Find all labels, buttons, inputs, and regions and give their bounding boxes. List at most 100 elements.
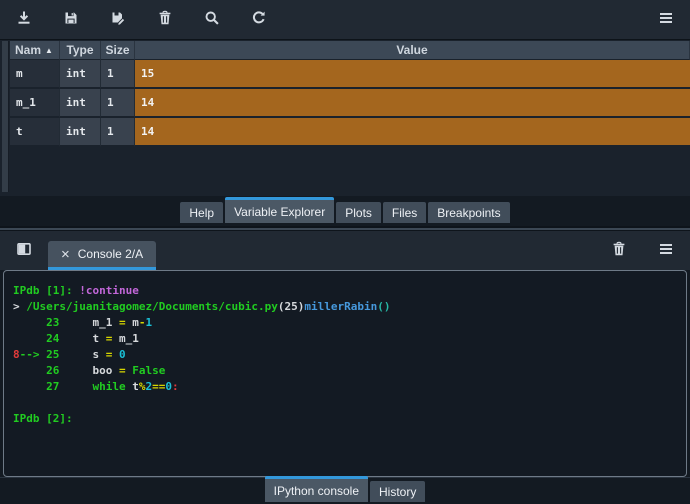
console-segment: !continue — [79, 284, 139, 297]
refresh-icon — [251, 10, 267, 29]
console-segment: 26 — [13, 364, 93, 377]
tab-ipython-console[interactable]: IPython console — [264, 476, 369, 502]
spyder-window: Nam ▲ Type Size Value m int 1 15 m_1 int… — [0, 0, 690, 504]
table-row-header-strip — [2, 41, 9, 192]
menu-icon — [658, 241, 674, 260]
console-line: 23 m_1 = m-1 — [13, 315, 677, 331]
sort-ascending-icon: ▲ — [45, 45, 53, 55]
remove-console-button[interactable] — [609, 241, 629, 261]
variable-size-cell[interactable]: 1 — [101, 60, 135, 89]
variable-name-cell[interactable]: t — [10, 118, 60, 147]
save-icon — [63, 10, 79, 29]
console-segment: m_1 — [92, 316, 119, 329]
console-tab-label: Console 2/A — [77, 247, 144, 261]
console-line: > /Users/juanitagomez/Documents/cubic.py… — [13, 299, 677, 315]
search-variable-button[interactable] — [202, 10, 222, 30]
variable-type-cell[interactable]: int — [60, 89, 101, 118]
console-segment: IPdb [1]: — [13, 284, 80, 297]
console-segment: IPdb [2]: — [13, 412, 80, 425]
console-segment: = — [105, 332, 119, 345]
new-window-icon — [16, 241, 32, 260]
variable-name-cell[interactable]: m_1 — [10, 89, 60, 118]
console-segment: while — [92, 380, 133, 393]
variables-table: Nam ▲ Type Size Value m int 1 15 m_1 int… — [0, 41, 690, 196]
tab-history[interactable]: History — [370, 481, 426, 502]
console-segment: 24 — [13, 332, 93, 345]
save-data-as-button[interactable] — [108, 10, 128, 30]
console-segment: /Users/juanitagomez/Documents/cubic.py — [26, 300, 278, 313]
tab-help[interactable]: Help — [180, 202, 224, 223]
console-segment: m_1 — [118, 332, 139, 345]
browse-tabs-button[interactable] — [14, 241, 34, 261]
console-line: IPdb [2]: — [13, 411, 677, 427]
variable-explorer-toolbar — [0, 0, 690, 40]
console-pane: × Console 2/A IPdb [1]: !continue > /User… — [0, 231, 690, 504]
console-segment: 8 — [13, 348, 20, 361]
tab-plots[interactable]: Plots — [336, 202, 381, 223]
console-segment: --> 25 — [19, 348, 93, 361]
console-segment: 23 — [13, 316, 93, 329]
console-segment: m — [132, 316, 139, 329]
variable-explorer-pane: Nam ▲ Type Size Value m int 1 15 m_1 int… — [0, 0, 690, 226]
remove-variables-button[interactable] — [155, 10, 175, 30]
save-as-icon — [110, 10, 126, 29]
column-header-value[interactable]: Value — [135, 41, 690, 60]
column-header-type[interactable]: Type — [60, 41, 101, 60]
refresh-variables-button[interactable] — [249, 10, 269, 30]
tab-variable-explorer[interactable]: Variable Explorer — [225, 197, 335, 223]
console-segment: millerRabin — [304, 300, 378, 313]
variable-explorer-options-button[interactable] — [656, 10, 676, 30]
console-tabbar: IPython console History — [0, 476, 690, 504]
console-segment: s — [92, 348, 106, 361]
variable-value-cell[interactable]: 14 — [135, 118, 690, 147]
console-segment: > — [13, 300, 27, 313]
trash-icon — [611, 241, 627, 260]
console-segment: () — [377, 300, 391, 313]
search-icon — [204, 10, 220, 29]
menu-icon — [658, 10, 674, 29]
column-header-name-label: Nam — [15, 43, 42, 57]
import-icon — [16, 10, 32, 29]
console-segment: == — [152, 380, 166, 393]
variable-type-cell[interactable]: int — [60, 60, 101, 89]
column-header-size[interactable]: Size — [101, 41, 135, 60]
import-data-button[interactable] — [14, 10, 34, 30]
variables-grid: Nam ▲ Type Size Value m int 1 15 m_1 int… — [10, 41, 690, 147]
console-segment: = — [118, 364, 133, 377]
interrupt-kernel-button[interactable] — [589, 241, 609, 261]
close-icon[interactable]: × — [61, 247, 70, 262]
console-segment: (25) — [277, 300, 305, 313]
console-segment: t — [92, 332, 106, 345]
console-segment: : — [171, 380, 179, 393]
console-segment: = — [118, 316, 133, 329]
variable-value-cell[interactable]: 15 — [135, 60, 690, 89]
plugin-tabbar: Help Variable Explorer Plots Files Break… — [0, 196, 690, 226]
tab-breakpoints[interactable]: Breakpoints — [428, 202, 510, 223]
console-segment: boo — [92, 364, 119, 377]
variable-size-cell[interactable]: 1 — [101, 89, 135, 118]
console-output[interactable]: IPdb [1]: !continue > /Users/juanitagomez… — [3, 270, 687, 477]
console-segment: 0 — [165, 380, 172, 393]
trash-icon — [157, 10, 173, 29]
console-options-button[interactable] — [656, 241, 676, 261]
console-line: 26 boo = False — [13, 363, 677, 379]
variable-value-cell[interactable]: 14 — [135, 89, 690, 118]
variable-type-cell[interactable]: int — [60, 118, 101, 147]
console-header: × Console 2/A — [0, 231, 690, 270]
console-segment: t — [132, 380, 139, 393]
console-segment: False — [132, 364, 166, 377]
save-data-button[interactable] — [61, 10, 81, 30]
variable-name-cell[interactable]: m — [10, 60, 60, 89]
column-header-name[interactable]: Nam ▲ — [10, 41, 60, 60]
tab-files[interactable]: Files — [382, 202, 427, 223]
variable-size-cell[interactable]: 1 — [101, 118, 135, 147]
console-segment: 27 — [13, 380, 93, 393]
console-segment: = — [105, 348, 119, 361]
console-line: 27 while t%2==0: — [13, 379, 677, 395]
console-segment: 1 — [145, 316, 153, 329]
console-segment: 0 — [118, 348, 126, 361]
console-line: IPdb [1]: !continue — [13, 283, 677, 299]
console-tab[interactable]: × Console 2/A — [48, 241, 157, 270]
console-line: 8--> 25 s = 0 — [13, 347, 677, 363]
